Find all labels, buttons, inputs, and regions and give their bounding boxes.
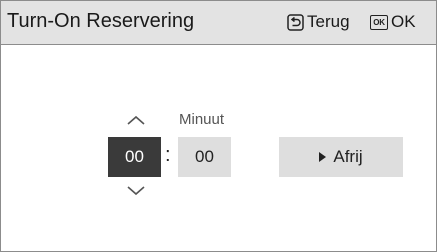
hours-field[interactable]: 00 [108, 137, 161, 177]
ok-button[interactable]: OK OK [370, 9, 416, 35]
ok-icon: OK [370, 14, 388, 30]
ok-label: OK [391, 12, 416, 31]
minutes-field[interactable]: 00 [178, 137, 231, 177]
cancel-label: Afrij [333, 147, 363, 166]
chevron-down-icon[interactable] [126, 185, 146, 197]
page-title: Turn-On Reservering [7, 10, 195, 32]
hours-value: 00 [125, 147, 144, 166]
cancel-button[interactable]: Afrij [279, 137, 403, 177]
minute-label: Minuut [179, 111, 225, 128]
minutes-value: 00 [195, 147, 214, 166]
play-icon [319, 152, 327, 162]
chevron-up-icon[interactable] [126, 114, 146, 126]
back-button[interactable]: Terug [287, 9, 350, 35]
back-label: Terug [307, 12, 350, 31]
screen-frame: Turn-On Reservering Terug OK OK Minuut 0… [0, 0, 437, 252]
header-bar: Turn-On Reservering Terug OK OK [1, 1, 436, 45]
back-icon [287, 13, 304, 31]
time-separator: : [165, 144, 171, 166]
